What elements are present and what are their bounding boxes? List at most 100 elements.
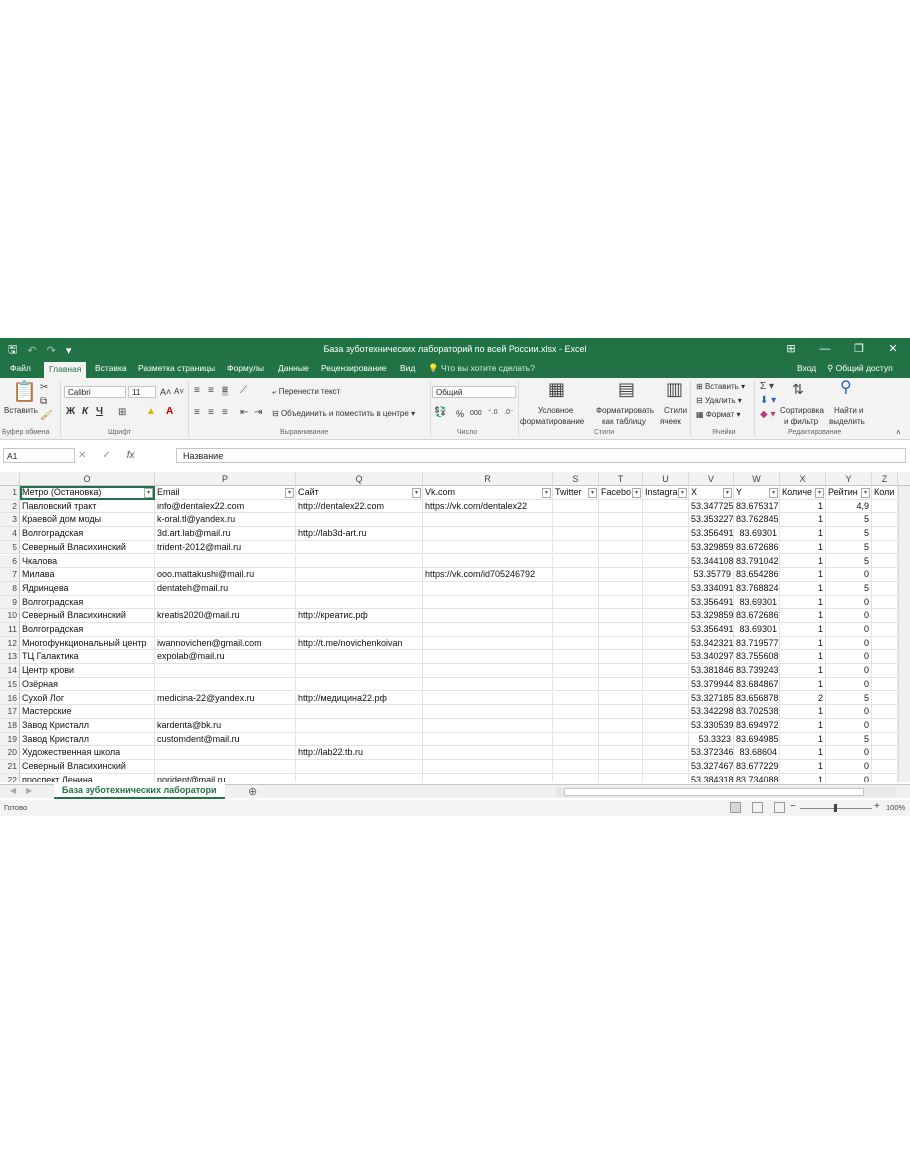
column-header-5[interactable]: T <box>599 472 643 486</box>
table-cell[interactable] <box>643 568 689 582</box>
insert-cells-button[interactable]: ⊞ Вставить ▾ <box>696 382 745 391</box>
table-cell[interactable]: Озёрная <box>20 677 155 692</box>
table-cell[interactable]: 83.69301 <box>734 595 780 610</box>
table-cell[interactable] <box>599 540 643 555</box>
table-cell[interactable]: Северный Власихинский <box>20 540 155 555</box>
table-cell[interactable]: 83.672686 <box>734 540 780 555</box>
tab-file[interactable]: Файл <box>10 363 31 373</box>
table-cell[interactable] <box>599 609 643 623</box>
table-cell[interactable] <box>155 664 296 678</box>
sort-filter-icon[interactable]: ⇅ <box>792 382 804 396</box>
table-cell[interactable]: 5 <box>826 732 872 747</box>
table-cell[interactable] <box>599 527 643 541</box>
row-header[interactable]: 5 <box>0 540 20 555</box>
column-header-7[interactable]: V <box>689 472 734 486</box>
conditional-formatting-line1[interactable]: Условное <box>538 406 573 415</box>
filter-dropdown-icon[interactable]: ▾ <box>723 488 732 498</box>
table-cell[interactable]: 53.384318 <box>689 773 734 782</box>
table-cell[interactable]: info@dentalex22.com <box>155 499 296 514</box>
column-header-0[interactable]: O <box>20 472 155 486</box>
table-cell[interactable] <box>553 513 599 528</box>
currency-icon[interactable]: 💱 <box>434 408 446 418</box>
tab-view[interactable]: Вид <box>400 363 415 373</box>
zoom-out-icon[interactable]: − <box>790 801 796 812</box>
table-cell[interactable] <box>643 636 689 651</box>
table-cell[interactable]: Волгоградская <box>20 527 155 541</box>
table-cell[interactable]: 0 <box>826 609 872 623</box>
thousands-button[interactable]: 000 <box>470 410 482 417</box>
table-cell[interactable]: Северный Власихинский <box>20 609 155 623</box>
table-cell[interactable] <box>872 677 898 692</box>
tab-formulas[interactable]: Формулы <box>227 363 264 373</box>
format-as-table-line1[interactable]: Форматировать <box>596 406 654 415</box>
table-cell[interactable] <box>423 527 553 541</box>
table-cell[interactable]: 83.68604 <box>734 746 780 760</box>
table-cell[interactable]: 83.694972 <box>734 718 780 733</box>
sort-filter-line2[interactable]: и фильтр <box>784 417 818 426</box>
table-cell[interactable]: 5 <box>826 513 872 528</box>
table-cell[interactable] <box>296 705 423 719</box>
table-cell[interactable] <box>296 732 423 747</box>
table-cell[interactable] <box>423 636 553 651</box>
table-cell[interactable]: 5 <box>826 554 872 569</box>
column-header-2[interactable]: Q <box>296 472 423 486</box>
table-cell[interactable] <box>553 677 599 692</box>
table-cell[interactable] <box>643 499 689 514</box>
filter-dropdown-icon[interactable]: ▾ <box>542 488 551 498</box>
cell-styles-icon[interactable]: ▥ <box>666 380 683 398</box>
copy-icon[interactable]: ⧉ <box>40 397 47 407</box>
table-cell[interactable]: 53.347725 <box>689 499 734 514</box>
align-center-icon[interactable]: ≡ <box>208 408 214 418</box>
sheet-tab-active[interactable]: База зуботехнических лаборатори <box>54 784 225 799</box>
table-cell[interactable]: 53.342298 <box>689 705 734 719</box>
table-cell[interactable]: kreatis2020@mail.ru <box>155 609 296 623</box>
table-cell[interactable]: 0 <box>826 568 872 582</box>
table-cell[interactable]: 83.768824 <box>734 581 780 596</box>
table-cell[interactable]: 1 <box>780 732 826 747</box>
table-cell[interactable]: Ядринцева <box>20 581 155 596</box>
next-sheet-icon[interactable]: ▶ <box>26 786 32 795</box>
table-cell[interactable] <box>599 691 643 706</box>
table-cell[interactable]: 4,9 <box>826 499 872 514</box>
table-cell[interactable] <box>296 623 423 637</box>
table-cell[interactable]: 83.791042 <box>734 554 780 569</box>
table-cell[interactable] <box>553 760 599 774</box>
worksheet-grid[interactable]: OPQRSTUVWXYZ 1 Метро (Остановка) ▾ Email ▾ Са… <box>0 472 910 782</box>
cell-styles-line1[interactable]: Стили <box>664 406 687 415</box>
table-cell[interactable]: 1 <box>780 554 826 569</box>
table-cell[interactable]: 1 <box>780 499 826 514</box>
collapse-ribbon-icon[interactable]: ˄ <box>896 428 901 438</box>
table-cell[interactable]: 1 <box>780 540 826 555</box>
filter-dropdown-icon[interactable]: ▾ <box>815 488 824 498</box>
table-cell[interactable]: 53.356491 <box>689 527 734 541</box>
table-cell[interactable] <box>599 705 643 719</box>
borders-icon[interactable]: ⊞ <box>118 408 126 418</box>
table-cell[interactable] <box>599 499 643 514</box>
table-cell[interactable] <box>872 513 898 528</box>
table-cell[interactable] <box>296 664 423 678</box>
table-cell[interactable] <box>643 581 689 596</box>
table-cell[interactable] <box>296 554 423 569</box>
row-header[interactable]: 4 <box>0 527 20 541</box>
table-cell[interactable]: 0 <box>826 636 872 651</box>
table-cell[interactable] <box>553 554 599 569</box>
table-cell[interactable] <box>155 554 296 569</box>
table-cell[interactable]: 0 <box>826 650 872 665</box>
table-cell[interactable]: 53.3323 <box>689 732 734 747</box>
table-cell[interactable] <box>643 677 689 692</box>
column-header-8[interactable]: W <box>734 472 780 486</box>
table-header-cell[interactable]: Сайт <box>296 486 423 500</box>
table-cell[interactable]: 1 <box>780 650 826 665</box>
table-cell[interactable] <box>643 718 689 733</box>
table-cell[interactable]: 53.327185 <box>689 691 734 706</box>
filter-dropdown-icon[interactable]: ▾ <box>678 488 687 498</box>
table-cell[interactable] <box>296 773 423 782</box>
indent-increase-icon[interactable]: ⇥ <box>254 408 262 418</box>
increase-decimal-icon[interactable]: ⁺.0 <box>488 408 498 418</box>
table-cell[interactable]: 1 <box>780 568 826 582</box>
table-cell[interactable] <box>599 554 643 569</box>
table-cell[interactable] <box>872 760 898 774</box>
table-cell[interactable]: 83.656878 <box>734 691 780 706</box>
cut-icon[interactable]: ✂ <box>40 383 48 393</box>
table-cell[interactable]: 53.356491 <box>689 595 734 610</box>
